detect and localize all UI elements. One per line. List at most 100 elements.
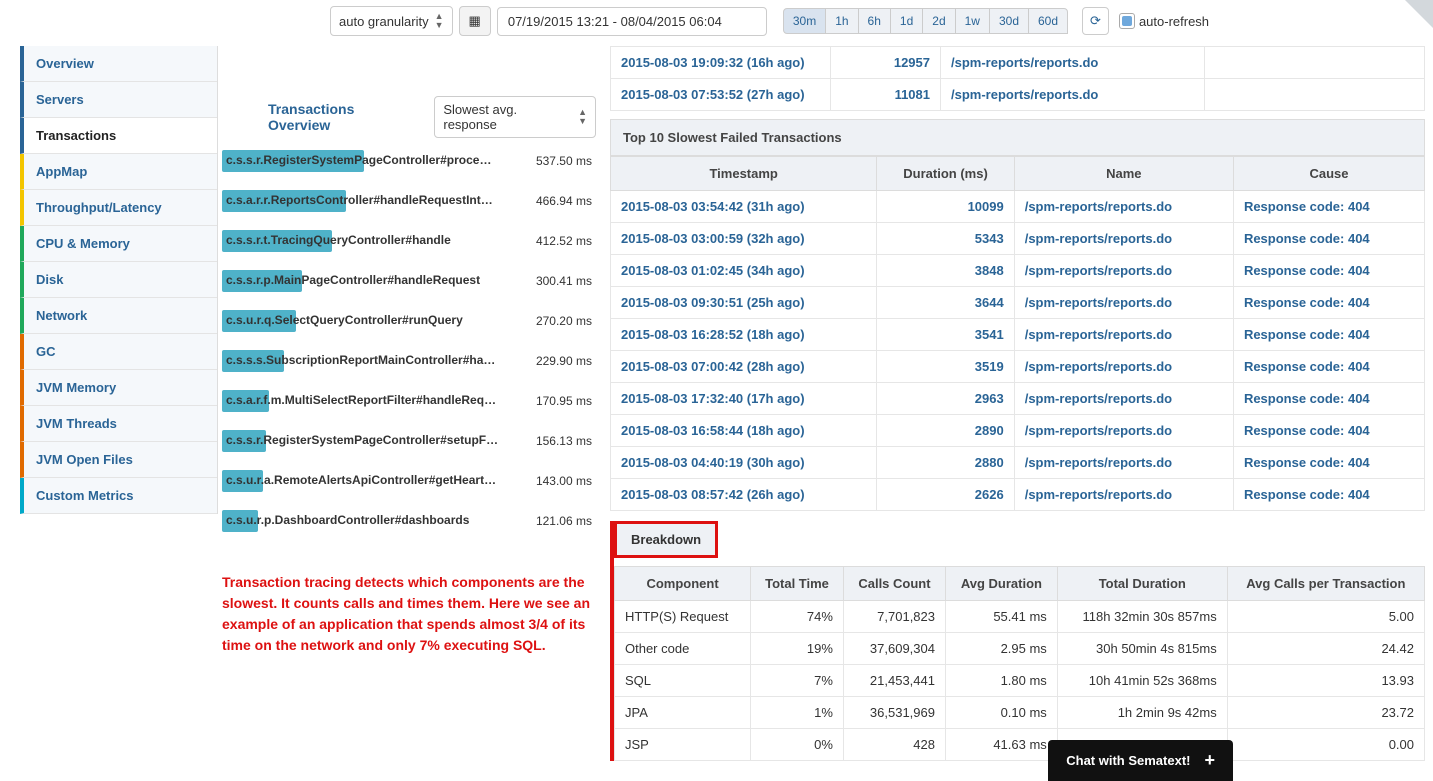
bar-label: c.s.s.r.t.TracingQueryController#handle — [226, 233, 451, 247]
transaction-bar[interactable]: c.s.s.r.p.MainPageController#handleReque… — [218, 270, 596, 292]
transaction-bar[interactable]: c.s.u.r.q.SelectQueryController#runQuery… — [218, 310, 596, 332]
bar-label: c.s.a.r.r.ReportsController#handleReques… — [226, 193, 493, 207]
table-row[interactable]: 2015-08-03 07:53:52 (27h ago)11081/spm-r… — [611, 79, 1425, 111]
table-row[interactable]: 2015-08-03 08:57:42 (26h ago)2626/spm-re… — [611, 479, 1425, 511]
col-avg-duration: Avg Duration — [946, 567, 1058, 601]
sidebar-item-disk[interactable]: Disk — [20, 262, 217, 298]
transaction-bar[interactable]: c.s.s.s.SubscriptionReportMainController… — [218, 350, 596, 372]
transaction-bars: c.s.s.r.RegisterSystemPageController#pro… — [218, 150, 596, 532]
transaction-bar[interactable]: c.s.u.r.a.RemoteAlertsApiController#getH… — [218, 470, 596, 492]
col-avg-calls: Avg Calls per Transaction — [1227, 567, 1424, 601]
col-name: Name — [1014, 157, 1233, 191]
granularity-label: auto granularity — [339, 14, 429, 29]
table-row: JPA1%36,531,9690.10 ms1h 2min 9s 42ms23.… — [615, 697, 1425, 729]
range-1h[interactable]: 1h — [825, 8, 858, 34]
corner-handle[interactable] — [1405, 0, 1433, 28]
bar-label: c.s.s.r.RegisterSystemPageController#set… — [226, 433, 498, 447]
annotation-note: Transaction tracing detects which compon… — [218, 550, 596, 656]
range-2d[interactable]: 2d — [922, 8, 955, 34]
sidebar-item-throughput-latency[interactable]: Throughput/Latency — [20, 190, 217, 226]
sidebar-item-overview[interactable]: Overview — [20, 46, 217, 82]
bar-value: 537.50 ms — [518, 154, 596, 168]
transaction-bar[interactable]: c.s.s.r.RegisterSystemPageController#pro… — [218, 150, 596, 172]
table-row[interactable]: 2015-08-03 16:28:52 (18h ago)3541/spm-re… — [611, 319, 1425, 351]
table-row: Other code19%37,609,3042.95 ms30h 50min … — [615, 633, 1425, 665]
table-row[interactable]: 2015-08-03 17:32:40 (17h ago)2963/spm-re… — [611, 383, 1425, 415]
sidebar-item-appmap[interactable]: AppMap — [20, 154, 217, 190]
bar-value: 466.94 ms — [518, 194, 596, 208]
refresh-button[interactable]: ⟳ — [1082, 7, 1109, 35]
sidebar: OverviewServersTransactionsAppMapThrough… — [20, 46, 218, 514]
bar-value: 229.90 ms — [518, 354, 596, 368]
calendar-icon: ▦ — [469, 13, 481, 28]
bar-label: c.s.u.r.p.DashboardController#dashboards — [226, 513, 469, 527]
time-range-group: 30m 1h 6h 1d 2d 1w 30d 60d — [783, 8, 1068, 34]
range-30d[interactable]: 30d — [989, 8, 1029, 34]
bar-label: c.s.s.r.RegisterSystemPageController#pro… — [226, 153, 491, 167]
chat-widget[interactable]: Chat with Sematext! + — [1048, 740, 1233, 781]
table-row: SQL7%21,453,4411.80 ms10h 41min 52s 368m… — [615, 665, 1425, 697]
bar-label: c.s.u.r.q.SelectQueryController#runQuery — [226, 313, 463, 327]
col-total-duration: Total Duration — [1057, 567, 1227, 601]
sidebar-item-servers[interactable]: Servers — [20, 82, 217, 118]
transaction-bar[interactable]: c.s.s.r.RegisterSystemPageController#set… — [218, 430, 596, 452]
chevron-updown-icon: ▲▼ — [578, 108, 587, 126]
table-row[interactable]: 2015-08-03 04:40:19 (30h ago)2880/spm-re… — [611, 447, 1425, 479]
col-total-time: Total Time — [751, 567, 844, 601]
table-row[interactable]: 2015-08-03 03:54:42 (31h ago)10099/spm-r… — [611, 191, 1425, 223]
sidebar-item-jvm-threads[interactable]: JVM Threads — [20, 406, 217, 442]
transactions-overview-title: Transactions Overview — [218, 101, 418, 133]
date-range-field[interactable]: 07/19/2015 13:21 - 08/04/2015 06:04 — [497, 7, 767, 36]
auto-refresh-toggle[interactable]: auto-refresh — [1119, 13, 1209, 29]
table-row: JSP0%42841.63 ms17s 816ms0.00 — [615, 729, 1425, 761]
chevron-updown-icon: ▲▼ — [435, 12, 444, 30]
sort-select[interactable]: Slowest avg. response ▲▼ — [434, 96, 596, 138]
sidebar-item-gc[interactable]: GC — [20, 334, 217, 370]
table-row[interactable]: 2015-08-03 07:00:42 (28h ago)3519/spm-re… — [611, 351, 1425, 383]
transaction-bar[interactable]: c.s.a.r.f.m.MultiSelectReportFilter#hand… — [218, 390, 596, 412]
col-component: Component — [615, 567, 751, 601]
bar-value: 121.06 ms — [518, 514, 596, 528]
sidebar-item-custom-metrics[interactable]: Custom Metrics — [20, 478, 217, 514]
bar-label: c.s.s.r.p.MainPageController#handleReque… — [226, 273, 480, 287]
bar-value: 156.13 ms — [518, 434, 596, 448]
transaction-bar[interactable]: c.s.a.r.r.ReportsController#handleReques… — [218, 190, 596, 212]
bar-value: 170.95 ms — [518, 394, 596, 408]
failed-transactions-table: Timestamp Duration (ms) Name Cause 2015-… — [610, 156, 1425, 511]
refresh-icon: ⟳ — [1090, 13, 1101, 28]
top-toolbar: auto granularity ▲▼ ▦ 07/19/2015 13:21 -… — [0, 0, 1433, 46]
col-calls-count: Calls Count — [843, 567, 945, 601]
col-timestamp: Timestamp — [611, 157, 877, 191]
sidebar-item-network[interactable]: Network — [20, 298, 217, 334]
col-cause: Cause — [1233, 157, 1424, 191]
table-row[interactable]: 2015-08-03 16:58:44 (18h ago)2890/spm-re… — [611, 415, 1425, 447]
table-row[interactable]: 2015-08-03 03:00:59 (32h ago)5343/spm-re… — [611, 223, 1425, 255]
range-30m[interactable]: 30m — [783, 8, 826, 34]
sort-label: Slowest avg. response — [443, 102, 572, 132]
plus-icon: + — [1204, 750, 1215, 771]
chat-label: Chat with Sematext! — [1066, 753, 1190, 768]
failed-transactions-title: Top 10 Slowest Failed Transactions — [610, 119, 1425, 156]
range-60d[interactable]: 60d — [1028, 8, 1068, 34]
bar-value: 412.52 ms — [518, 234, 596, 248]
range-1w[interactable]: 1w — [955, 8, 990, 34]
granularity-select[interactable]: auto granularity ▲▼ — [330, 6, 453, 36]
prior-slow-table: 2015-08-03 19:09:32 (16h ago)12957/spm-r… — [610, 46, 1425, 111]
table-row[interactable]: 2015-08-03 09:30:51 (25h ago)3644/spm-re… — [611, 287, 1425, 319]
sidebar-item-jvm-open-files[interactable]: JVM Open Files — [20, 442, 217, 478]
sidebar-item-cpu-memory[interactable]: CPU & Memory — [20, 226, 217, 262]
table-row[interactable]: 2015-08-03 19:09:32 (16h ago)12957/spm-r… — [611, 47, 1425, 79]
table-row[interactable]: 2015-08-03 01:02:45 (34h ago)3848/spm-re… — [611, 255, 1425, 287]
transaction-bar[interactable]: c.s.s.r.t.TracingQueryController#handle 4… — [218, 230, 596, 252]
bar-value: 143.00 ms — [518, 474, 596, 488]
sidebar-item-jvm-memory[interactable]: JVM Memory — [20, 370, 217, 406]
range-6h[interactable]: 6h — [858, 8, 891, 34]
auto-refresh-label: auto-refresh — [1139, 14, 1209, 29]
table-row: HTTP(S) Request74%7,701,82355.41 ms118h … — [615, 601, 1425, 633]
sidebar-item-transactions[interactable]: Transactions — [20, 118, 217, 154]
col-duration: Duration (ms) — [877, 157, 1014, 191]
bar-label: c.s.s.s.SubscriptionReportMainController… — [226, 353, 495, 367]
transaction-bar[interactable]: c.s.u.r.p.DashboardController#dashboards… — [218, 510, 596, 532]
calendar-button[interactable]: ▦ — [459, 6, 491, 36]
range-1d[interactable]: 1d — [890, 8, 923, 34]
